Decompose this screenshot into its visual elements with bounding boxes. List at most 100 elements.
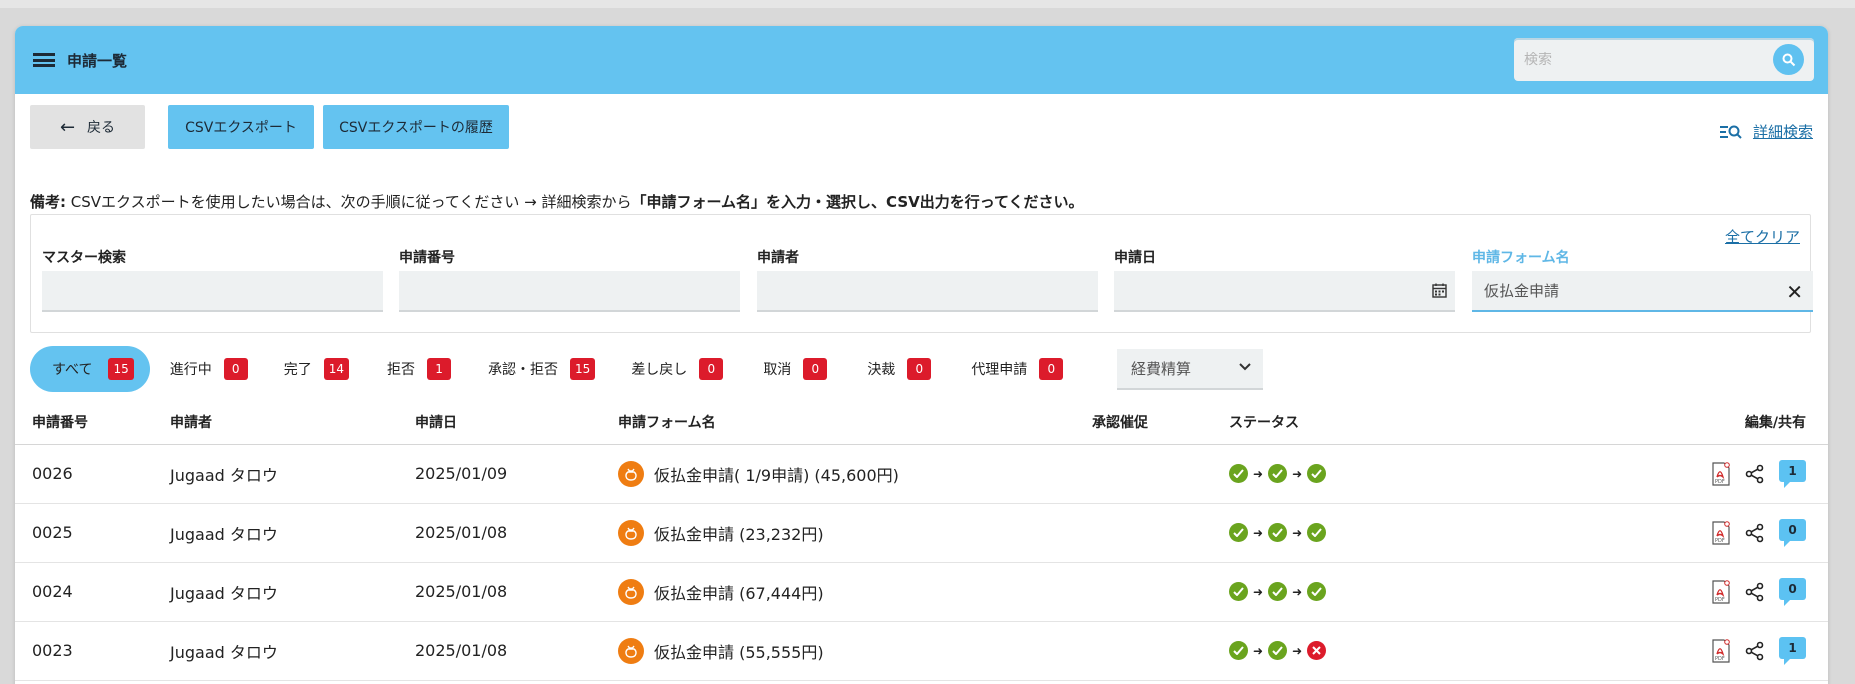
check-icon: [1229, 523, 1248, 542]
check-icon: [1268, 523, 1288, 542]
application-date: 2025/01/09: [415, 444, 618, 504]
pdf-icon[interactable]: PDF: [1711, 461, 1731, 486]
tab-approved-rejected[interactable]: 承認・拒否 15: [488, 346, 596, 392]
applicant-input[interactable]: [757, 271, 1098, 312]
tab-all[interactable]: すべて 15: [30, 346, 150, 392]
money-pouch-icon: [618, 460, 644, 487]
tab-proxy-application[interactable]: 代理申請 0: [971, 346, 1064, 392]
form-name: 仮払金申請 (55,555円): [654, 642, 824, 662]
pdf-icon[interactable]: PDF: [1711, 579, 1731, 604]
check-icon: [1229, 582, 1248, 601]
share-icon[interactable]: [1745, 464, 1765, 484]
column-header: 申請者: [170, 400, 415, 445]
master-search-label: マスター検索: [42, 250, 126, 266]
arrow-right-icon: ➜: [1292, 466, 1303, 481]
csv-export-button[interactable]: CSVエクスポート: [168, 105, 314, 149]
csv-export-history-button[interactable]: CSVエクスポートの履歴: [323, 105, 509, 149]
category-select-value: 経費精算: [1131, 360, 1192, 378]
check-icon: [1307, 582, 1327, 601]
advanced-search-label: 詳細検索: [1752, 123, 1813, 141]
applicant: Jugaad タロウ: [170, 562, 415, 622]
pdf-icon[interactable]: PDF: [1711, 520, 1731, 545]
note-prefix: 備考:: [30, 193, 66, 211]
check-icon: [1229, 641, 1248, 660]
applicant: Jugaad タロウ: [170, 503, 415, 563]
money-pouch-icon: [618, 519, 644, 546]
money-pouch-icon: [618, 578, 644, 605]
cross-icon: [1307, 641, 1327, 660]
date-field: 申請日: [1114, 247, 1455, 312]
comment-count-badge[interactable]: 0: [1779, 577, 1806, 606]
master-search-input[interactable]: [42, 271, 383, 312]
application-date: 2025/01/08: [415, 503, 618, 563]
csv-note: 備考: CSVエクスポートを使用したい場合は、次の手順に従ってください → 詳細…: [30, 191, 1084, 212]
tab-in-progress[interactable]: 進行中 0: [170, 346, 248, 392]
comment-count-badge[interactable]: 0: [1779, 518, 1806, 547]
application-no: 0025: [15, 503, 170, 563]
advanced-search-link[interactable]: 詳細検索: [1719, 121, 1813, 142]
svg-text:PDF: PDF: [1715, 479, 1725, 485]
master-search-field: マスター検索: [42, 247, 383, 312]
tab-label: 進行中: [169, 362, 212, 378]
check-icon: [1268, 464, 1288, 483]
application-list-card: 申請一覧 ← 戻る CSVエクスポート CSVエクスポートの履歴 詳細検索 備考…: [15, 26, 1828, 684]
clear-all-link[interactable]: 全てクリア: [1725, 226, 1800, 247]
tab-count-badge: 0: [223, 358, 248, 380]
table-row[interactable]: 0026 Jugaad タロウ 2025/01/09 仮払金申請( 1/9申請)…: [15, 444, 1828, 504]
tab-count-badge: 0: [803, 358, 828, 380]
tab-completed[interactable]: 完了 14: [284, 346, 350, 392]
form-name: 仮払金申請 (67,444円): [654, 583, 824, 603]
page-header: 申請一覧: [15, 26, 1828, 94]
comment-count-badge[interactable]: 1: [1779, 459, 1806, 488]
pdf-icon[interactable]: PDF: [1711, 638, 1731, 663]
calendar-icon[interactable]: [1432, 283, 1447, 298]
application-no-label: 申請番号: [399, 250, 455, 266]
tab-returned[interactable]: 差し戻し 0: [631, 346, 724, 392]
table-row[interactable]: 0025 Jugaad タロウ 2025/01/08 仮払金申請 (23,232…: [15, 503, 1828, 563]
tab-count-badge: 0: [699, 358, 724, 380]
form-name-field: 申請フォーム名 仮払金申請 ✕: [1472, 247, 1813, 312]
svg-text:PDF: PDF: [1715, 656, 1725, 662]
back-button[interactable]: ← 戻る: [30, 105, 145, 149]
tab-rejected[interactable]: 拒否 1: [387, 346, 452, 392]
application-no: 0023: [15, 621, 170, 681]
applicant: Jugaad タロウ: [170, 621, 415, 681]
column-header: 申請フォーム名: [618, 400, 1092, 445]
search-button[interactable]: [1773, 44, 1804, 75]
column-header: 申請番号: [15, 400, 170, 445]
tab-count-badge: 14: [323, 358, 350, 380]
note-text: CSVエクスポートを使用したい場合は、次の手順に従ってください → 詳細検索から: [66, 193, 632, 211]
form-name-input[interactable]: 仮払金申請 ✕: [1472, 271, 1813, 312]
filter-search-icon: [1719, 125, 1742, 139]
toolbar: ← 戻る CSVエクスポート CSVエクスポートの履歴 詳細検索: [30, 105, 1813, 151]
category-select[interactable]: 経費精算: [1117, 349, 1263, 390]
table-row[interactable]: 0024 Jugaad タロウ 2025/01/08 仮払金申請 (67,444…: [15, 562, 1828, 622]
clear-x-icon[interactable]: ✕: [1786, 280, 1803, 304]
application-table: 申請番号 申請者 申請日 申請フォーム名 承認催促 ステータス 編集/共有 00…: [15, 400, 1828, 681]
comment-count-badge[interactable]: 1: [1779, 636, 1806, 665]
check-icon: [1268, 582, 1288, 601]
status-flow: ➜ ➜: [1229, 582, 1659, 601]
share-icon[interactable]: [1745, 523, 1765, 543]
tab-cancelled[interactable]: 取消 0: [763, 346, 828, 392]
date-input[interactable]: [1114, 271, 1455, 312]
table-row[interactable]: 0023 Jugaad タロウ 2025/01/08 仮払金申請 (55,555…: [15, 621, 1828, 681]
date-label: 申請日: [1114, 250, 1156, 266]
search-box: [1514, 38, 1814, 81]
money-pouch-icon: [618, 637, 644, 664]
check-icon: [1268, 641, 1288, 660]
applicant: Jugaad タロウ: [170, 444, 415, 504]
share-icon[interactable]: [1745, 582, 1765, 602]
page-title: 申請一覧: [67, 51, 128, 70]
application-no-input[interactable]: [399, 271, 740, 312]
column-header: 申請日: [415, 400, 618, 445]
arrow-right-icon: ➜: [1292, 643, 1303, 658]
search-input[interactable]: [1524, 51, 1773, 68]
column-header: 承認催促: [1092, 400, 1229, 445]
status-tabs: すべて 15 進行中 0 完了 14 拒否 1 承認・拒否 15 差し戻し 0 …: [30, 346, 1064, 392]
svg-text:PDF: PDF: [1715, 597, 1725, 603]
check-icon: [1307, 523, 1327, 542]
share-icon[interactable]: [1745, 641, 1765, 661]
tab-decided[interactable]: 決裁 0: [867, 346, 932, 392]
svg-text:PDF: PDF: [1715, 538, 1725, 544]
